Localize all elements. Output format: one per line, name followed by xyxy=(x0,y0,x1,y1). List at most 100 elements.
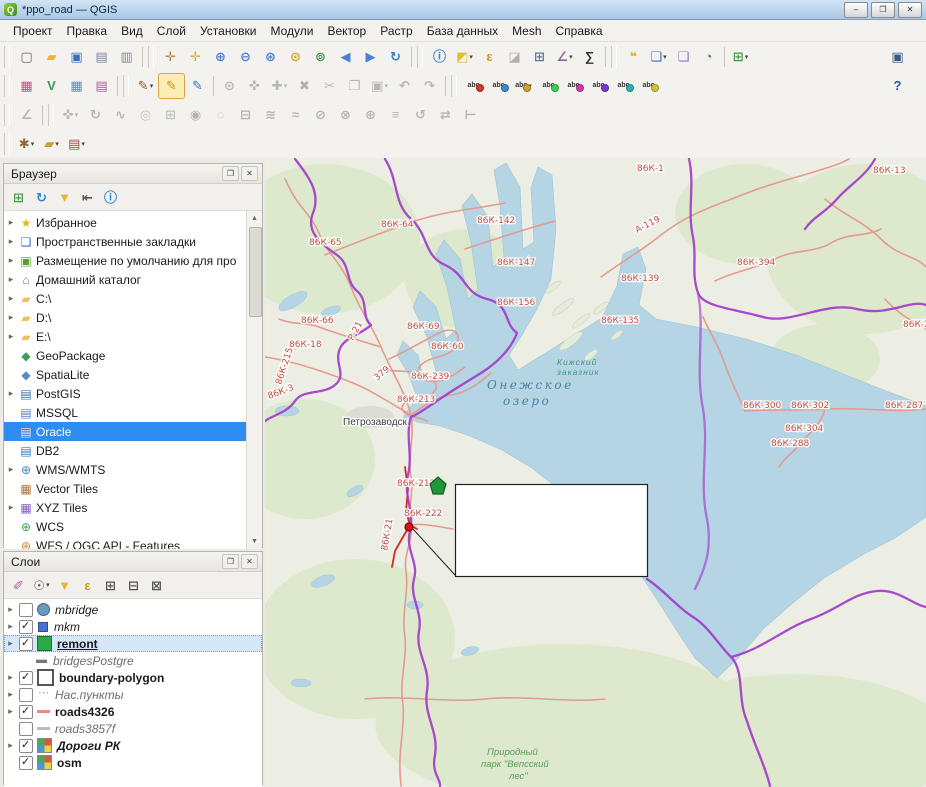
browser-item-wcs[interactable]: ⊕WCS xyxy=(4,517,247,536)
delete-selected-button[interactable]: ✖ xyxy=(292,74,317,98)
toolbar-handle[interactable] xyxy=(417,46,423,68)
rotate-label-button[interactable]: abc xyxy=(586,74,611,98)
undo-button[interactable]: ↶ xyxy=(392,74,417,98)
browser-close-button[interactable]: ✕ xyxy=(241,166,258,181)
print-layout-button[interactable]: ▤ xyxy=(89,45,114,69)
expand-arrow-icon[interactable]: ▸ xyxy=(4,621,17,632)
dorogi-rk-visibility-checkbox[interactable] xyxy=(19,739,33,753)
toolbar-handle[interactable] xyxy=(451,75,457,97)
browser-item-wfs-ogc-api[interactable]: ⊕WFS / OGC API - Features xyxy=(4,536,247,549)
move-label-button[interactable]: abc xyxy=(561,74,586,98)
add-vector-layer-button[interactable]: V xyxy=(39,74,64,98)
layers-float-button[interactable]: ❐ xyxy=(222,554,239,569)
simplify-feature-button[interactable]: ∿ xyxy=(108,103,133,127)
zoom-next-button[interactable]: ▶ xyxy=(358,45,383,69)
save-layer-edits-button[interactable]: ✎ xyxy=(185,74,210,98)
toolbar-handle[interactable] xyxy=(4,75,10,97)
browser-item-mssql[interactable]: ▤MSSQL xyxy=(4,403,247,422)
browser-item-xyz-tiles[interactable]: ▸▦XYZ Tiles xyxy=(4,498,247,517)
toolbar-handle[interactable] xyxy=(148,46,154,68)
identify-features-button[interactable]: ⓘ xyxy=(427,45,452,69)
zoom-to-layer-button[interactable]: ⊚ xyxy=(308,45,333,69)
vertex-tool-button[interactable]: ✚▾ xyxy=(267,74,292,98)
browser-item-postgis[interactable]: ▸▤PostGIS xyxy=(4,384,247,403)
new-spatial-bookmark-dropdown-arrow[interactable]: ▾ xyxy=(663,53,667,61)
expand-arrow-icon[interactable]: ▸ xyxy=(4,689,17,700)
toolbar-handle[interactable] xyxy=(4,133,10,155)
toolbar-handle[interactable] xyxy=(48,104,54,126)
menu-item-raster[interactable]: Растр xyxy=(373,22,419,40)
add-database-layer-button[interactable]: ▤ xyxy=(89,74,114,98)
zoom-out-button[interactable]: ⊖ xyxy=(233,45,258,69)
browser-item-drive-d[interactable]: ▸▰D:\ xyxy=(4,308,247,327)
layer-labeling-options-button[interactable]: abc xyxy=(461,74,486,98)
highlight-pinned-labels-button[interactable]: abc xyxy=(536,74,561,98)
close-button[interactable]: ✕ xyxy=(898,2,922,18)
browser-properties-button[interactable]: ⓘ xyxy=(99,186,122,208)
vertex-tool-dropdown-arrow[interactable]: ▾ xyxy=(284,82,288,90)
menu-item-layer[interactable]: Слой xyxy=(150,22,193,40)
change-label-properties-button[interactable]: abc xyxy=(611,74,636,98)
pan-map-button[interactable]: ✛ xyxy=(158,45,183,69)
merge-features-button[interactable]: ⊕ xyxy=(358,103,383,127)
osm-visibility-checkbox[interactable] xyxy=(19,756,33,770)
expand-arrow-icon[interactable]: ▸ xyxy=(4,312,18,323)
messages-log-button[interactable]: ▣ xyxy=(885,45,910,69)
browser-item-spatial-bookmarks[interactable]: ▸❏Пространственные закладки xyxy=(4,232,247,251)
trim-extend-button[interactable]: ⊢ xyxy=(458,103,483,127)
browser-item-favorites[interactable]: ▸★Избранное xyxy=(4,213,247,232)
remont-visibility-checkbox[interactable] xyxy=(19,637,33,651)
toolbar-handle[interactable] xyxy=(4,46,10,68)
select-features-button[interactable]: ◩▾ xyxy=(452,45,477,69)
expand-all-layers-button[interactable]: ⊞ xyxy=(99,574,122,596)
layer-item-boundary-polygon[interactable]: ▸boundary-polygon xyxy=(4,669,262,686)
zoom-last-button[interactable]: ◀ xyxy=(333,45,358,69)
copy-features-button[interactable]: ❐ xyxy=(342,74,367,98)
boundary-polygon-visibility-checkbox[interactable] xyxy=(19,671,33,685)
plugin-dropdown-b-button[interactable]: ▰▾ xyxy=(39,132,64,156)
menu-item-vector[interactable]: Вектор xyxy=(320,22,373,40)
new-map-view-dropdown-arrow[interactable]: ▾ xyxy=(745,53,749,61)
rotate-feature-button[interactable]: ↻ xyxy=(83,103,108,127)
filter-legend-button[interactable]: ▼ xyxy=(53,574,76,596)
new-spatial-bookmark-button[interactable]: ❏▾ xyxy=(646,45,671,69)
annotation-box[interactable] xyxy=(456,485,648,577)
layer-item-nas-punkty[interactable]: ▸⋯Нас.пункты xyxy=(4,686,262,703)
layer-item-roads3857f[interactable]: roads3857f xyxy=(4,720,262,737)
new-map-view-button[interactable]: ⊞▾ xyxy=(728,45,753,69)
temporal-controller-button[interactable]: ◔ xyxy=(696,45,721,69)
paste-features-button[interactable]: ▣▾ xyxy=(367,74,392,98)
refresh-browser-button[interactable]: ↻ xyxy=(30,186,53,208)
add-ring-button[interactable]: ◎ xyxy=(133,103,158,127)
browser-item-drive-c[interactable]: ▸▰C:\ xyxy=(4,289,247,308)
collapse-all-layers-button[interactable]: ⊟ xyxy=(122,574,145,596)
rotate-point-symbols-button[interactable]: ↺ xyxy=(408,103,433,127)
menu-item-project[interactable]: Проект xyxy=(6,22,60,40)
expand-arrow-icon[interactable]: ▸ xyxy=(4,236,18,247)
expand-arrow-icon[interactable]: ▸ xyxy=(4,502,18,513)
toolbar-handle[interactable] xyxy=(123,75,129,97)
add-raster-layer-button[interactable]: ▦ xyxy=(64,74,89,98)
expand-arrow-icon[interactable]: ▸ xyxy=(4,638,17,649)
browser-scrollbar[interactable]: ▲ ▼ xyxy=(246,211,262,549)
zoom-in-button[interactable]: ⊕ xyxy=(208,45,233,69)
expand-arrow-icon[interactable]: ▸ xyxy=(4,217,18,228)
new-project-button[interactable]: ▢ xyxy=(14,45,39,69)
manage-map-themes-button[interactable]: ☉▾ xyxy=(30,574,53,596)
paste-features-dropdown-arrow[interactable]: ▾ xyxy=(384,82,388,90)
menu-item-plugins[interactable]: Модули xyxy=(263,22,320,40)
expand-arrow-icon[interactable]: ▸ xyxy=(4,255,18,266)
open-project-button[interactable]: ▰ xyxy=(39,45,64,69)
datasource-manager-button[interactable]: ▦ xyxy=(14,74,39,98)
layer-item-mbridge[interactable]: ▸mbridge xyxy=(4,601,262,618)
fill-ring-button[interactable]: ◉ xyxy=(183,103,208,127)
move-feature-button[interactable]: ✜ xyxy=(242,74,267,98)
add-point-feature-button[interactable]: ⊙ xyxy=(217,74,242,98)
browser-item-wms-wmts[interactable]: ▸⊕WMS/WMTS xyxy=(4,460,247,479)
menu-item-database[interactable]: База данных xyxy=(420,22,505,40)
refresh-map-button[interactable]: ↻ xyxy=(383,45,408,69)
expand-arrow-icon[interactable]: ▸ xyxy=(4,464,18,475)
map-canvas[interactable]: 86К-186К-1386К-6486К-142А-11986К-6586К-1… xyxy=(265,158,926,787)
plugin-dropdown-c-dropdown-arrow[interactable]: ▾ xyxy=(81,140,85,148)
scroll-down-icon[interactable]: ▼ xyxy=(247,534,262,549)
